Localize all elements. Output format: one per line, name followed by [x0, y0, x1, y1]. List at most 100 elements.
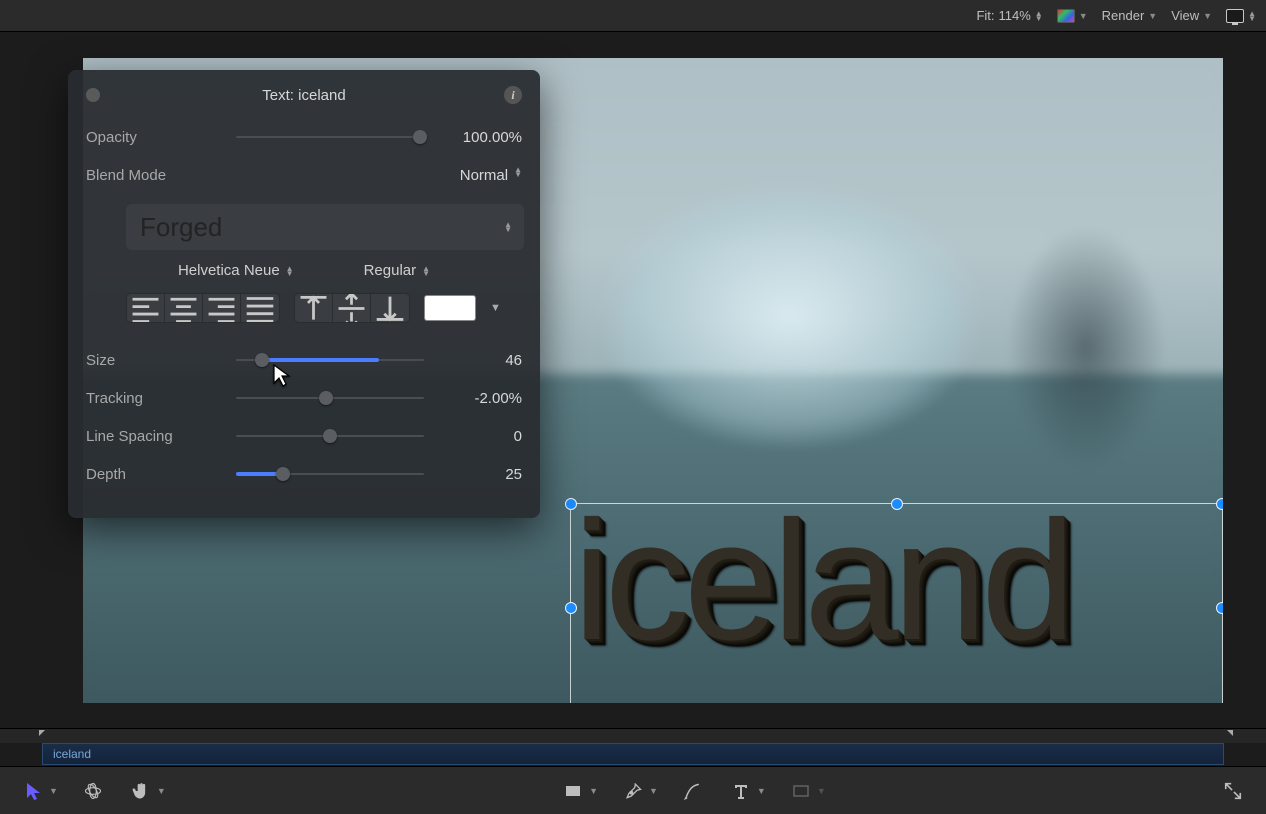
- hand-icon: [128, 778, 154, 804]
- depth-slider[interactable]: [236, 464, 424, 484]
- font-row: Helvetica Neue ▲▼ Regular ▲▼: [86, 262, 522, 279]
- stepper-icon: ▲▼: [422, 266, 430, 276]
- size-slider[interactable]: [236, 350, 424, 370]
- font-family-select[interactable]: Helvetica Neue ▲▼: [178, 262, 294, 279]
- font-weight-select[interactable]: Regular ▲▼: [364, 262, 430, 279]
- resize-handle[interactable]: [1216, 602, 1223, 614]
- chevron-down-icon: ▼: [589, 786, 598, 796]
- resize-handle[interactable]: [565, 498, 577, 510]
- color-channel-control[interactable]: ▼: [1057, 9, 1088, 23]
- text-tool[interactable]: ▼: [728, 778, 766, 804]
- stepper-icon: ▲▼: [286, 266, 294, 276]
- hud-header: Text: iceland i: [86, 82, 522, 108]
- clip-label: iceland: [53, 747, 91, 761]
- opacity-value[interactable]: 100.00%: [442, 129, 522, 146]
- opacity-row: Opacity 100.00%: [86, 118, 522, 156]
- opacity-slider[interactable]: [236, 127, 424, 147]
- linespacing-row: Line Spacing 0: [86, 417, 522, 455]
- hud-title: Text: iceland: [262, 87, 345, 104]
- close-button[interactable]: [86, 88, 100, 102]
- view-menu[interactable]: View ▼: [1171, 8, 1212, 23]
- monitor-icon: [1226, 9, 1244, 23]
- text-style-preset[interactable]: Forged ▲▼: [126, 204, 524, 250]
- render-menu[interactable]: Render ▼: [1102, 8, 1158, 23]
- rectangle-icon: [560, 778, 586, 804]
- arrow-cursor-icon: [20, 778, 46, 804]
- fit-value: 114%: [999, 8, 1031, 23]
- chevron-down-icon: ▼: [49, 786, 58, 796]
- linespacing-value[interactable]: 0: [442, 428, 522, 445]
- alignment-row: ▼: [126, 293, 522, 323]
- depth-row: Depth 25: [86, 455, 522, 493]
- valign-bottom-button[interactable]: [371, 294, 409, 322]
- valign-middle-button[interactable]: [333, 294, 371, 322]
- color-dropdown-chevron-icon[interactable]: ▼: [490, 302, 501, 314]
- depth-label: Depth: [86, 466, 236, 483]
- shape-tool[interactable]: ▼: [560, 778, 598, 804]
- chevron-down-icon: ▼: [649, 786, 658, 796]
- chevron-down-icon: ▼: [817, 786, 826, 796]
- depth-value[interactable]: 25: [442, 466, 522, 483]
- resize-handle[interactable]: [1216, 498, 1223, 510]
- stepper-icon: ▲▼: [1248, 11, 1256, 21]
- valign-top-button[interactable]: [295, 294, 333, 322]
- blend-mode-label: Blend Mode: [86, 167, 236, 184]
- size-label: Size: [86, 352, 236, 369]
- preset-name: Forged: [140, 212, 222, 243]
- fit-label: Fit:: [976, 8, 994, 23]
- chevron-down-icon: ▼: [1203, 11, 1212, 21]
- tracking-slider[interactable]: [236, 388, 424, 408]
- opacity-label: Opacity: [86, 129, 236, 146]
- text-color-well[interactable]: [424, 295, 476, 321]
- info-button[interactable]: i: [504, 86, 522, 104]
- 3d-transform-tool[interactable]: [80, 778, 106, 804]
- chevron-down-icon: ▼: [1148, 11, 1157, 21]
- pen-tool[interactable]: ▼: [620, 778, 658, 804]
- mini-timeline: iceland: [0, 728, 1266, 766]
- linespacing-slider[interactable]: [236, 426, 424, 446]
- color-swatch-icon: [1057, 9, 1075, 23]
- pen-nib-icon: [620, 778, 646, 804]
- resize-handle[interactable]: [891, 498, 903, 510]
- text-t-icon: [728, 778, 754, 804]
- align-justify-button[interactable]: [241, 294, 279, 322]
- chevron-down-icon: ▼: [1079, 11, 1088, 21]
- mask-rect-icon: [788, 778, 814, 804]
- linespacing-label: Line Spacing: [86, 428, 236, 445]
- chevron-down-icon: ▼: [157, 786, 166, 796]
- view-label: View: [1171, 8, 1199, 23]
- paint-stroke-tool[interactable]: [680, 778, 706, 804]
- timeline-clip[interactable]: iceland: [42, 743, 1224, 765]
- tracking-value[interactable]: -2.00%: [442, 390, 522, 407]
- in-point-icon[interactable]: [38, 729, 48, 743]
- fit-zoom-control[interactable]: Fit: 114% ▲▼: [976, 8, 1042, 23]
- selection-bounding-box[interactable]: [570, 503, 1223, 703]
- tracking-row: Tracking -2.00%: [86, 379, 522, 417]
- stepper-icon: ▲▼: [504, 222, 512, 232]
- blend-mode-select[interactable]: Normal ▲▼: [442, 167, 522, 184]
- size-row: Size 46: [86, 341, 522, 379]
- display-options[interactable]: ▲▼: [1226, 9, 1256, 23]
- render-label: Render: [1102, 8, 1145, 23]
- pan-tool[interactable]: ▼: [128, 778, 166, 804]
- text-hud-panel: Text: iceland i Opacity 100.00% Blend Mo…: [68, 70, 540, 518]
- mask-tool[interactable]: ▼: [788, 778, 826, 804]
- fullscreen-button[interactable]: [1220, 778, 1246, 804]
- bottom-toolbar: ▼ ▼ ▼ ▼ ▼ ▼: [0, 766, 1266, 814]
- select-tool[interactable]: ▼: [20, 778, 58, 804]
- align-left-button[interactable]: [127, 294, 165, 322]
- stepper-icon: ▲▼: [1035, 11, 1043, 21]
- timeline-ruler[interactable]: [0, 729, 1266, 743]
- chevron-down-icon: ▼: [757, 786, 766, 796]
- blend-mode-row: Blend Mode Normal ▲▼: [86, 156, 522, 194]
- stepper-icon: ▲▼: [514, 167, 522, 184]
- out-point-icon[interactable]: [1224, 729, 1234, 743]
- resize-handle[interactable]: [565, 602, 577, 614]
- align-right-button[interactable]: [203, 294, 241, 322]
- align-center-button[interactable]: [165, 294, 203, 322]
- size-value[interactable]: 46: [442, 352, 522, 369]
- horizontal-align-group: [126, 293, 280, 323]
- viewer-top-toolbar: Fit: 114% ▲▼ ▼ Render ▼ View ▼ ▲▼: [0, 0, 1266, 32]
- vertical-align-group: [294, 293, 410, 323]
- tracking-label: Tracking: [86, 390, 236, 407]
